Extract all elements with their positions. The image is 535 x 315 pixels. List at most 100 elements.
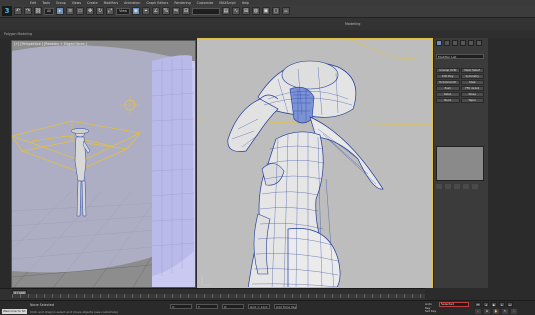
pan-icon[interactable]: ✋: [493, 309, 499, 314]
app-logo-icon[interactable]: 3: [2, 6, 12, 16]
set-key-button[interactable]: Set Key: [425, 309, 436, 313]
modifier-stack-list[interactable]: [436, 146, 484, 181]
command-panel: Modifier List Unwrap UVW Mesh Select Edi…: [433, 38, 488, 288]
align-icon[interactable]: ⊟: [181, 7, 190, 15]
animation-controls: Auto Key Selected Set Key ⏮ ◂ ▶ ▸ ⏭ ⌕ ⊕ …: [425, 301, 535, 315]
motion-tab-icon[interactable]: [460, 40, 466, 46]
next-frame-icon[interactable]: ▸: [499, 302, 505, 307]
selection-status: None Selected: [30, 303, 54, 307]
scale-icon[interactable]: ⤢: [106, 7, 115, 15]
material-editor-icon[interactable]: ◍: [251, 7, 260, 15]
modifier-button[interactable]: Relax: [436, 92, 460, 97]
ribbon-tab-modeling[interactable]: Modeling: [345, 22, 360, 26]
remove-modifier-icon[interactable]: [463, 184, 469, 189]
render-icon[interactable]: ☕: [281, 7, 290, 15]
modifier-button[interactable]: Bend: [436, 98, 460, 103]
curve-editor-icon[interactable]: ∿: [231, 7, 240, 15]
render-frame-icon[interactable]: ▢: [271, 7, 280, 15]
schematic-icon[interactable]: ⊞: [241, 7, 250, 15]
create-tab-icon[interactable]: [436, 40, 442, 46]
menu-item-help[interactable]: Help: [242, 1, 249, 5]
y-field[interactable]: Y:: [196, 304, 218, 309]
menu-item-group[interactable]: Group: [56, 1, 66, 5]
modifier-button[interactable]: Mesh Select: [460, 68, 484, 73]
modifier-button[interactable]: Symmetry: [460, 74, 484, 79]
modify-tab-icon[interactable]: [444, 40, 450, 46]
track-ticks: [12, 294, 425, 298]
menu-item-views[interactable]: Views: [72, 1, 81, 5]
redo-icon[interactable]: ↷: [24, 7, 32, 15]
menu-item-modifiers[interactable]: Modifiers: [104, 1, 119, 5]
z-field[interactable]: Z:: [222, 304, 244, 309]
utilities-tab-icon[interactable]: [476, 40, 482, 46]
goto-start-icon[interactable]: ⏮: [475, 302, 481, 307]
modifier-buttons: Unwrap UVW Mesh Select Edit Poly Symmetr…: [436, 68, 484, 103]
modifier-button[interactable]: Push: [436, 86, 460, 91]
maxscript-listener[interactable]: Welcome to 3d: [2, 309, 27, 314]
playback-controls: ⏮ ◂ ▶ ▸ ⏭: [475, 302, 513, 307]
left-tool-strip: [0, 40, 11, 288]
select-by-name-icon[interactable]: ≡: [66, 7, 75, 15]
perspective-viewport[interactable]: [+] [Perspective ] [Realistic + Edged Fa…: [11, 40, 196, 288]
front-viewport[interactable]: [197, 38, 433, 288]
x-field[interactable]: X:: [170, 304, 192, 309]
menu-item-edit[interactable]: Edit: [30, 1, 36, 5]
hierarchy-tab-icon[interactable]: [452, 40, 458, 46]
maximize-viewport-icon[interactable]: ⛶: [511, 309, 517, 314]
select-object-icon[interactable]: ▸: [56, 7, 65, 15]
right-panel-area: [488, 38, 535, 288]
rect-select-icon[interactable]: ▭: [76, 7, 85, 15]
menu-item-tools[interactable]: Tools: [42, 1, 50, 5]
layer-icon[interactable]: ▤: [221, 7, 230, 15]
modifier-button[interactable]: Unwrap UVW: [436, 68, 460, 73]
auto-key-button[interactable]: Auto Key: [425, 302, 437, 310]
modifier-button[interactable]: TurboSmooth: [436, 80, 460, 85]
character-model: [198, 39, 432, 287]
viewport-nav-controls: ⌕ ⊕ ✋ ↻ ⛶: [475, 309, 517, 314]
link-icon[interactable]: ⛓: [34, 7, 42, 15]
pin-stack-icon[interactable]: [436, 184, 442, 189]
zoom-all-icon[interactable]: ⊕: [484, 309, 490, 314]
angle-snap-icon[interactable]: ∠: [151, 7, 160, 15]
menu-item-graph-editors[interactable]: Graph Editors: [146, 1, 168, 5]
modifier-button[interactable]: Edit Poly: [436, 74, 460, 79]
menu-item-rendering[interactable]: Rendering: [174, 1, 190, 5]
undo-icon[interactable]: ↶: [14, 7, 22, 15]
zoom-icon[interactable]: ⌕: [475, 309, 481, 314]
mirror-icon[interactable]: ⇋: [171, 7, 180, 15]
goto-end-icon[interactable]: ⏭: [507, 302, 513, 307]
modifier-button[interactable]: Taper: [460, 98, 484, 103]
prev-frame-icon[interactable]: ◂: [483, 302, 489, 307]
modifier-button[interactable]: Noise: [460, 92, 484, 97]
ribbon-sub-label[interactable]: Polygon Modeling: [4, 32, 32, 36]
modifier-button[interactable]: Shell: [460, 80, 484, 85]
pivot-icon[interactable]: ◉: [131, 7, 140, 15]
show-end-result-icon[interactable]: [445, 184, 451, 189]
modifier-list-dropdown[interactable]: Modifier List: [436, 54, 484, 59]
render-setup-icon[interactable]: ▣: [261, 7, 270, 15]
named-selection-dropdown[interactable]: [191, 7, 220, 15]
reference-coord-dropdown[interactable]: View: [116, 7, 130, 15]
rotate-icon[interactable]: ↻: [96, 7, 105, 15]
menu-item-create[interactable]: Create: [87, 1, 98, 5]
ribbon-sub-bar: Polygon Modeling: [0, 30, 535, 38]
modifier-button[interactable]: FFD 4x4x4: [460, 86, 484, 91]
prompt-hint: Click and drag to select and move object…: [30, 310, 118, 314]
percent-snap-icon[interactable]: %: [161, 7, 170, 15]
add-time-tag-button[interactable]: Add Time Tag: [274, 304, 298, 309]
grid-readout: Grid = 10.0: [248, 304, 270, 309]
move-icon[interactable]: ✥: [86, 7, 95, 15]
orbit-icon[interactable]: ↻: [502, 309, 508, 314]
display-tab-icon[interactable]: [468, 40, 474, 46]
viewport-label[interactable]: [+] [Perspective ] [Realistic + Edged Fa…: [14, 42, 87, 46]
configure-sets-icon[interactable]: [472, 184, 478, 189]
snap-icon[interactable]: ⌖: [141, 7, 150, 15]
menu-item-customize[interactable]: Customize: [197, 1, 214, 5]
command-panel-tabs: [436, 40, 482, 46]
menu-item-maxscript[interactable]: MAXScript: [219, 1, 235, 5]
key-set-dropdown[interactable]: Selected: [439, 302, 469, 307]
menu-item-animation[interactable]: Animation: [124, 1, 140, 5]
selection-filter-dropdown[interactable]: All: [44, 7, 55, 15]
play-icon[interactable]: ▶: [491, 302, 497, 307]
make-unique-icon[interactable]: [454, 184, 460, 189]
